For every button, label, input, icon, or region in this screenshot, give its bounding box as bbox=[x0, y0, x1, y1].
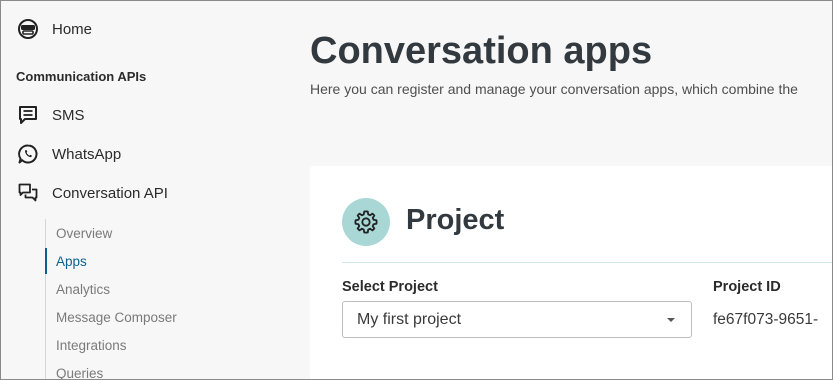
sidebar-item-label: Conversation API bbox=[52, 184, 168, 202]
page-title: Conversation apps bbox=[310, 30, 653, 72]
sidebar-item-home[interactable]: Home bbox=[16, 17, 92, 41]
gear-icon bbox=[342, 198, 390, 246]
conversation-icon bbox=[16, 181, 40, 205]
project-id-value: fe67f073-9651- bbox=[713, 311, 819, 328]
conversation-api-subnav: Overview Apps Analytics Message Composer… bbox=[45, 219, 265, 380]
project-select-value: My first project bbox=[357, 310, 462, 328]
subnav-item-message-composer[interactable]: Message Composer bbox=[46, 304, 246, 330]
sidebar-item-label: Home bbox=[52, 20, 93, 38]
chevron-down-icon bbox=[667, 318, 675, 322]
card-title: Project bbox=[406, 204, 505, 236]
section-title: Communication APIs bbox=[16, 69, 147, 84]
page-subtitle: Here you can register and manage your co… bbox=[310, 81, 798, 97]
sidebar-item-conversation-api[interactable]: Conversation API bbox=[16, 181, 168, 205]
main-content: Conversation apps Here you can register … bbox=[310, 0, 833, 380]
whatsapp-icon bbox=[16, 142, 40, 166]
divider bbox=[342, 262, 833, 263]
sidebar-item-sms[interactable]: SMS bbox=[16, 103, 85, 127]
sidebar-item-whatsapp[interactable]: WhatsApp bbox=[16, 142, 121, 166]
sidebar: Home Communication APIs SMS WhatsApp Con… bbox=[0, 0, 280, 380]
subnav-item-analytics[interactable]: Analytics bbox=[46, 276, 246, 302]
subnav-item-queries[interactable]: Queries bbox=[46, 360, 246, 380]
subnav-item-integrations[interactable]: Integrations bbox=[46, 332, 246, 358]
sidebar-item-label: WhatsApp bbox=[52, 145, 122, 163]
project-select[interactable]: My first project bbox=[342, 301, 692, 338]
sms-icon bbox=[16, 103, 40, 127]
home-icon bbox=[16, 17, 40, 41]
project-id-label: Project ID bbox=[713, 279, 781, 295]
subnav-item-apps[interactable]: Apps bbox=[45, 248, 245, 274]
sidebar-item-label: SMS bbox=[52, 106, 85, 124]
select-project-label: Select Project bbox=[342, 279, 438, 295]
project-card: Project Select Project My first project … bbox=[310, 166, 833, 380]
subnav-item-overview[interactable]: Overview bbox=[46, 220, 246, 246]
